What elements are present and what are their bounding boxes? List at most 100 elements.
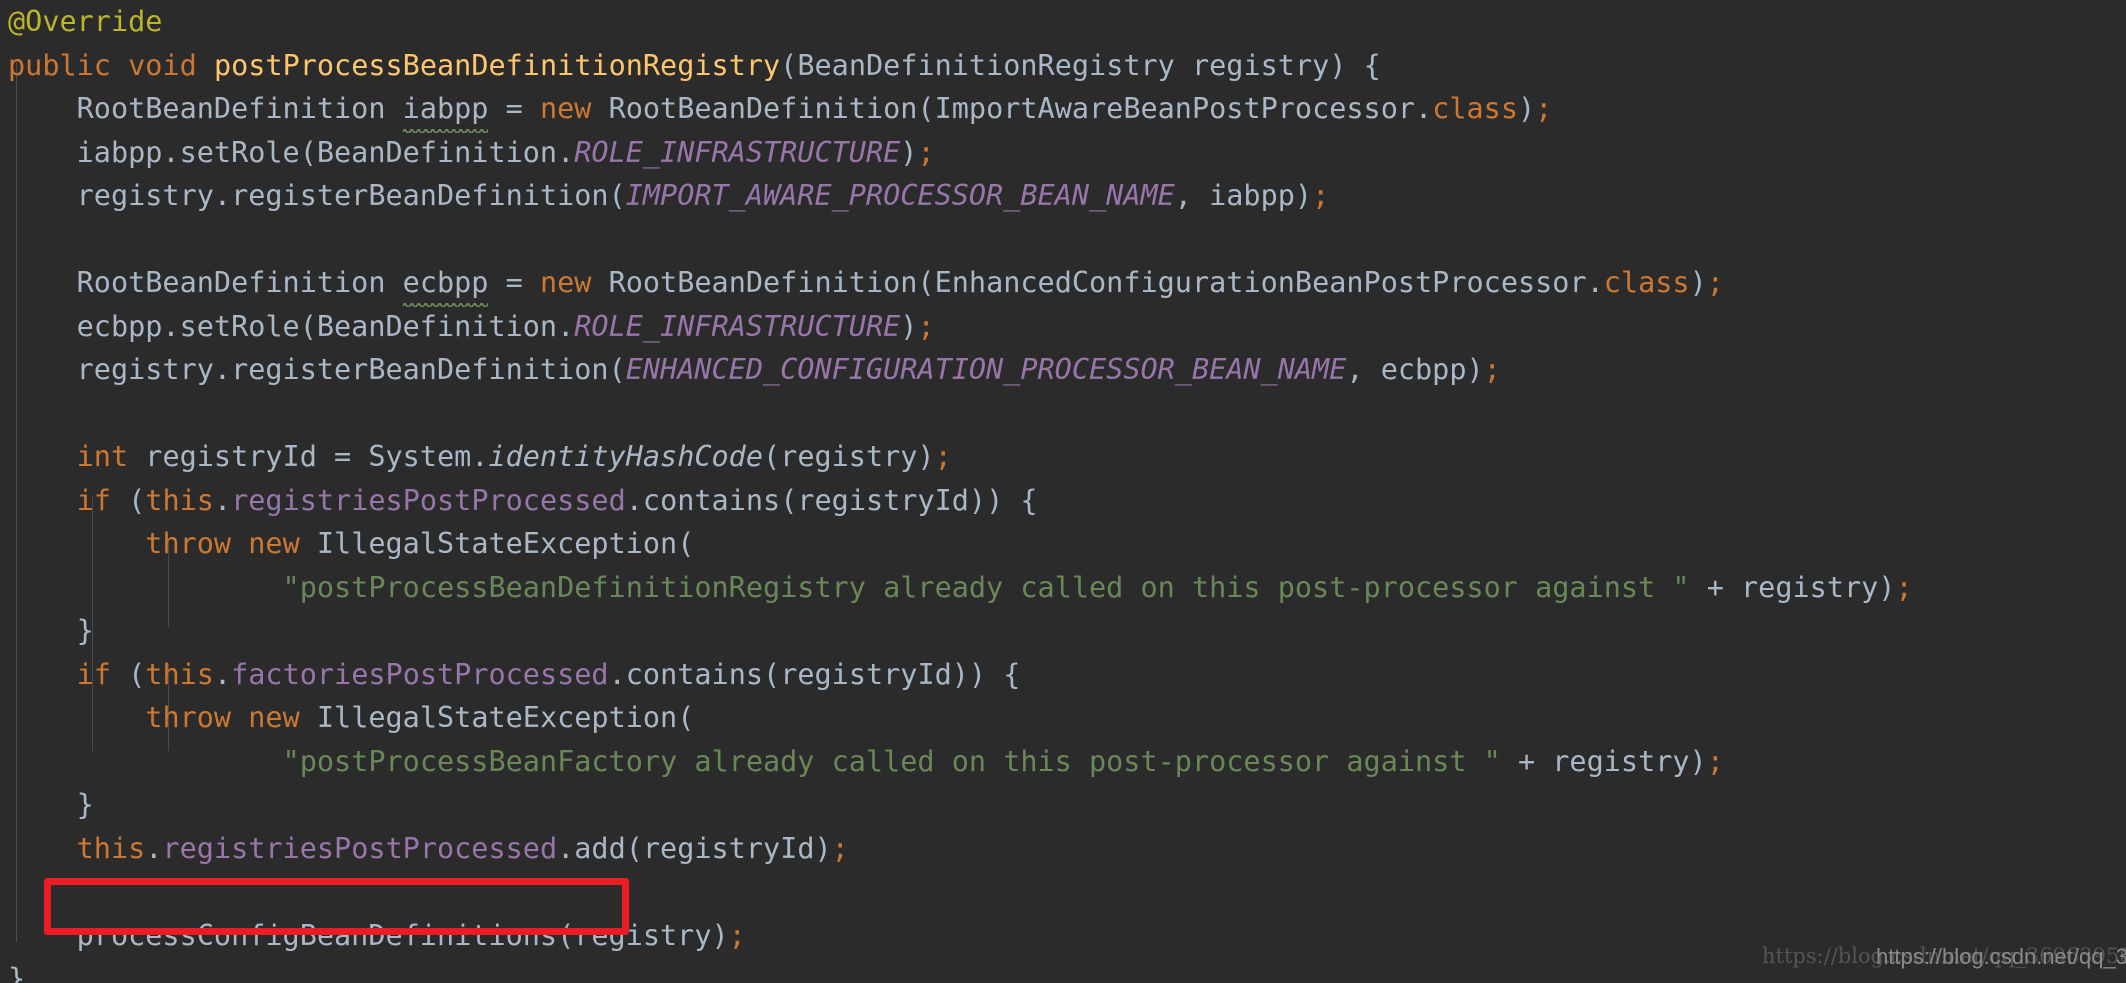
code-token: void [128, 48, 197, 82]
code-token: .contains(registryId)) { [625, 483, 1038, 517]
code-token: } [8, 962, 26, 983]
code-token: registriesPostProcessed [231, 483, 626, 517]
code-line[interactable] [0, 870, 2126, 914]
code-token: .contains(registryId)) { [608, 657, 1021, 691]
code-token: . [145, 831, 163, 865]
code-token: public [8, 48, 111, 82]
code-line[interactable]: int registryId = System.identityHashCode… [0, 435, 2126, 479]
code-token: ecbpp.setRole(BeanDefinition. [76, 309, 575, 343]
code-line[interactable]: if (this.factoriesPostProcessed.contains… [0, 653, 2126, 697]
code-line[interactable]: if (this.registriesPostProcessed.contain… [0, 479, 2126, 523]
code-line[interactable]: "postProcessBeanFactory already called o… [0, 740, 2126, 784]
code-token: ; [1706, 266, 1724, 299]
code-token: processConfigBeanDefinitions(registry) [76, 918, 729, 952]
code-token: } [76, 614, 94, 647]
code-token: . [213, 483, 232, 517]
code-line[interactable]: } [0, 783, 2126, 827]
code-line[interactable] [0, 392, 2126, 436]
code-token: new [539, 92, 592, 125]
code-token: ; [728, 918, 746, 952]
code-line[interactable]: } [0, 609, 2126, 653]
code-token: RootBeanDefinition(ImportAwareBeanPostPr… [591, 92, 1433, 125]
code-token: postProcessBeanDefinitionRegistry [213, 48, 781, 82]
code-token: ; [1483, 353, 1501, 386]
code-block[interactable]: @Override public void postProcessBeanDefi… [0, 0, 2126, 983]
code-line[interactable]: this.registriesPostProcessed.add(registr… [0, 827, 2126, 871]
code-token: IllegalStateException( [299, 527, 695, 560]
code-token: if [76, 657, 111, 691]
code-token: new [248, 527, 300, 560]
code-line[interactable]: RootBeanDefinition iabpp = new RootBeanD… [0, 87, 2126, 132]
code-token: factoriesPostProcessed [231, 657, 609, 691]
code-token: ; [831, 831, 849, 865]
code-token: ) [900, 135, 918, 169]
code-token: } [76, 788, 94, 821]
code-line[interactable]: @Override [0, 0, 2126, 44]
watermark-sans: https://blog.csdn.net/qq_36963950 [1876, 944, 2126, 969]
code-token: ; [934, 440, 952, 473]
code-token: identityHashCode [488, 440, 763, 473]
code-token: throw [145, 701, 232, 734]
code-line[interactable]: throw new IllegalStateException( [0, 522, 2126, 566]
code-token: ROLE_INFRASTRUCTURE [574, 135, 901, 169]
code-token: ( [780, 48, 798, 82]
code-token: = [488, 92, 540, 125]
code-token: + registry) [1689, 570, 1896, 604]
code-token: RootBeanDefinition [76, 266, 403, 299]
code-token: ENHANCED_CONFIGURATION_PROCESSOR_BEAN_NA… [625, 353, 1347, 386]
code-token: BeanDefinitionRegistry registry [797, 48, 1330, 82]
code-line[interactable]: registry.registerBeanDefinition(IMPORT_A… [0, 174, 2126, 218]
code-token: registry.registerBeanDefinition( [76, 353, 626, 386]
code-token: ( [110, 483, 146, 517]
code-token: this [145, 657, 214, 691]
code-token: @Override [8, 5, 163, 38]
code-token: IMPORT_AWARE_PROCESSOR_BEAN_NAME [625, 179, 1175, 212]
code-token: registryId = System. [128, 440, 489, 473]
code-line[interactable]: throw new IllegalStateException( [0, 696, 2126, 740]
code-token: ; [917, 309, 935, 343]
code-token: registriesPostProcessed [162, 831, 558, 865]
code-line[interactable]: RootBeanDefinition ecbpp = new RootBeanD… [0, 261, 2126, 306]
code-line[interactable] [0, 218, 2126, 262]
code-token: ) [1689, 266, 1707, 299]
code-token: int [76, 440, 129, 473]
code-token: IllegalStateException( [299, 701, 695, 734]
code-token: , iabpp) [1174, 179, 1313, 212]
code-token: .add(registryId) [557, 831, 832, 865]
code-token: registry.registerBeanDefinition( [76, 179, 626, 212]
code-line[interactable]: registry.registerBeanDefinition(ENHANCED… [0, 348, 2126, 392]
code-token: ) { [1329, 48, 1381, 82]
code-token: iabpp.setRole(BeanDefinition. [76, 135, 575, 169]
code-line[interactable]: "postProcessBeanDefinitionRegistry alrea… [0, 566, 2126, 610]
code-token: ; [1706, 744, 1724, 778]
code-token: (registry) [763, 440, 935, 473]
code-line[interactable]: iabpp.setRole(BeanDefinition.ROLE_INFRAS… [0, 131, 2126, 175]
code-token: = [488, 266, 540, 299]
code-line[interactable]: ecbpp.setRole(BeanDefinition.ROLE_INFRAS… [0, 305, 2126, 349]
code-line[interactable]: public void postProcessBeanDefinitionReg… [0, 44, 2126, 88]
code-token: , ecbpp) [1346, 353, 1484, 386]
code-token: class [1603, 266, 1690, 299]
local-variable-token: iabpp [402, 87, 488, 132]
code-token: this [145, 483, 214, 517]
code-token: RootBeanDefinition [76, 92, 403, 125]
code-token: ; [1312, 179, 1330, 212]
